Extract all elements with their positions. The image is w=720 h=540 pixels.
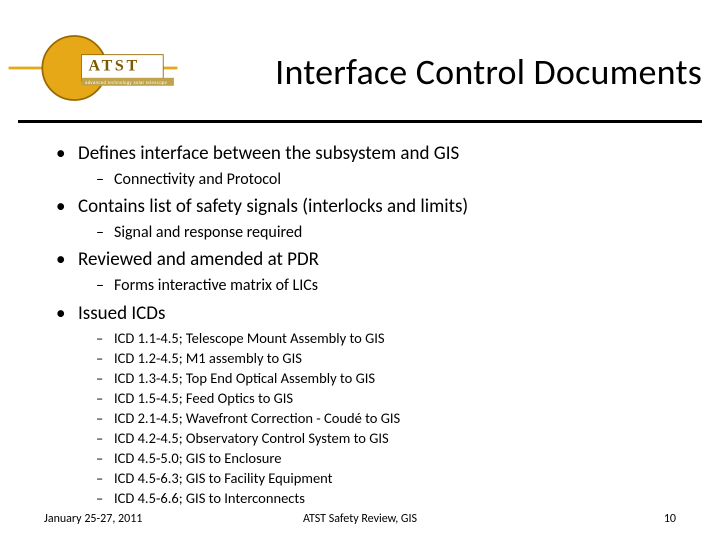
sub-item: ICD 1.2-4.5; M1 assembly to GIS bbox=[108, 348, 676, 368]
atst-logo: ATST advanced technology solar telescope bbox=[8, 28, 178, 108]
bullet-item: Issued ICDs ICD 1.1-4.5; Telescope Mount… bbox=[66, 301, 676, 509]
bullet-text: Issued ICDs bbox=[78, 302, 165, 325]
footer-pagenum: 10 bbox=[664, 512, 676, 526]
sub-text: ICD 4.2-4.5; Observatory Control System … bbox=[114, 429, 389, 447]
sub-text: ICD 1.1-4.5; Telescope Mount Assembly to… bbox=[114, 329, 385, 347]
logo-tagline-text: advanced technology solar telescope bbox=[85, 80, 168, 85]
bullet-item: Defines interface between the subsystem … bbox=[66, 141, 676, 190]
footer-date: January 25-27, 2011 bbox=[44, 512, 142, 526]
slide: ATST advanced technology solar telescope… bbox=[0, 0, 720, 540]
sub-text: ICD 1.2-4.5; M1 assembly to GIS bbox=[114, 349, 302, 367]
sub-list: Connectivity and Protocol bbox=[78, 169, 676, 191]
sub-text: ICD 4.5-6.6; GIS to Interconnects bbox=[114, 489, 305, 507]
slide-content: Defines interface between the subsystem … bbox=[0, 123, 720, 508]
slide-header: ATST advanced technology solar telescope… bbox=[18, 0, 702, 123]
bullet-item: Contains list of safety signals (interlo… bbox=[66, 194, 676, 243]
sub-item: ICD 1.3-4.5; Top End Optical Assembly to… bbox=[108, 368, 676, 388]
sub-list: Forms interactive matrix of LICs bbox=[78, 275, 676, 297]
sub-text: Signal and response required bbox=[114, 223, 302, 242]
bullet-text: Defines interface between the subsystem … bbox=[78, 142, 459, 165]
bullet-list: Defines interface between the subsystem … bbox=[44, 141, 676, 508]
sub-list: ICD 1.1-4.5; Telescope Mount Assembly to… bbox=[78, 328, 676, 508]
sub-item: ICD 1.1-4.5; Telescope Mount Assembly to… bbox=[108, 328, 676, 348]
bullet-text: Reviewed and amended at PDR bbox=[78, 248, 319, 271]
sub-text: ICD 1.3-4.5; Top End Optical Assembly to… bbox=[114, 369, 375, 387]
sub-text: ICD 2.1-4.5; Wavefront Correction - Coud… bbox=[114, 409, 400, 427]
sub-item: ICD 4.5-6.6; GIS to Interconnects bbox=[108, 488, 676, 508]
sub-item: ICD 4.2-4.5; Observatory Control System … bbox=[108, 428, 676, 448]
logo-brand-text: ATST bbox=[89, 58, 140, 75]
sub-text: Forms interactive matrix of LICs bbox=[114, 276, 318, 295]
sub-text: ICD 1.5-4.5; Feed Optics to GIS bbox=[114, 389, 293, 407]
sub-item: ICD 1.5-4.5; Feed Optics to GIS bbox=[108, 388, 676, 408]
slide-footer: January 25-27, 2011 ATST Safety Review, … bbox=[0, 512, 720, 526]
sub-text: ICD 4.5-6.3; GIS to Facility Equipment bbox=[114, 469, 333, 487]
sub-text: Connectivity and Protocol bbox=[114, 170, 281, 189]
sub-text: ICD 4.5-5.0; GIS to Enclosure bbox=[114, 449, 281, 467]
bullet-text: Contains list of safety signals (interlo… bbox=[78, 195, 468, 218]
page-title: Interface Control Documents bbox=[275, 50, 702, 94]
sub-item: Connectivity and Protocol bbox=[108, 169, 676, 191]
sub-item: ICD 2.1-4.5; Wavefront Correction - Coud… bbox=[108, 408, 676, 428]
bullet-item: Reviewed and amended at PDR Forms intera… bbox=[66, 247, 676, 296]
sub-item: Signal and response required bbox=[108, 222, 676, 244]
sub-item: Forms interactive matrix of LICs bbox=[108, 275, 676, 297]
sub-item: ICD 4.5-5.0; GIS to Enclosure bbox=[108, 448, 676, 468]
sub-list: Signal and response required bbox=[78, 222, 676, 244]
sub-item: ICD 4.5-6.3; GIS to Facility Equipment bbox=[108, 468, 676, 488]
